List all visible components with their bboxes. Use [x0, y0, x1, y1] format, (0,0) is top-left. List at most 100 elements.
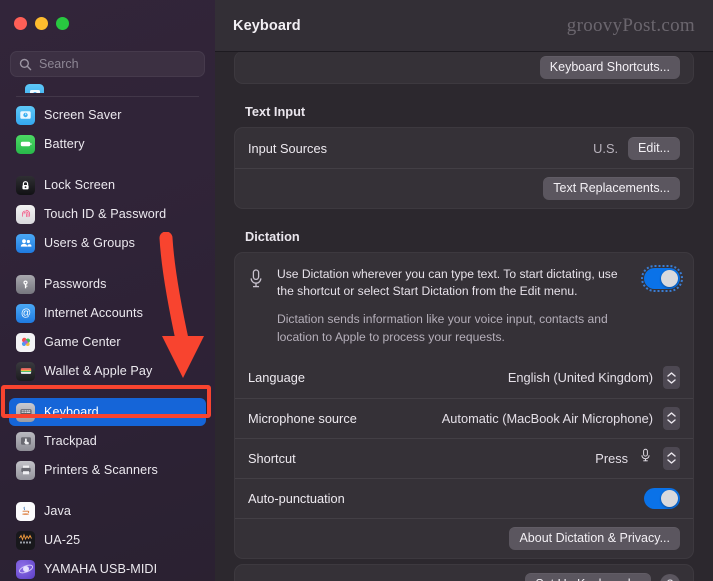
sidebar-item-battery-label: Battery	[44, 137, 85, 151]
close-button[interactable]	[14, 17, 27, 30]
sidebar-item-lock-screen[interactable]: Lock Screen	[9, 171, 206, 199]
sidebar-item-printers-scanners-label: Printers & Scanners	[44, 463, 158, 477]
text-input-section-title: Text Input	[245, 104, 306, 119]
help-button[interactable]: ?	[660, 574, 680, 581]
sidebar-item-battery[interactable]: Battery	[9, 130, 206, 158]
java-icon	[16, 501, 35, 521]
keyboard-shortcuts-card: Keyboard Shortcuts...	[234, 52, 694, 84]
yamaha-usb-midi-icon	[16, 559, 35, 579]
sidebar-item-trackpad-label: Trackpad	[44, 434, 97, 448]
language-value: English (United Kingdom)	[507, 370, 653, 386]
microphone-source-row: Microphone source Automatic (MacBook Air…	[235, 397, 693, 438]
about-dictation-privacy-button[interactable]: About Dictation & Privacy...	[509, 526, 680, 550]
sidebar-item-internet-accounts[interactable]: @ Internet Accounts	[9, 299, 206, 327]
screen-saver-icon	[16, 105, 35, 125]
dictation-section-title: Dictation	[245, 229, 300, 244]
sidebar-item-ua25[interactable]: UA-25	[9, 526, 206, 554]
wallet-icon	[16, 361, 35, 381]
keyboard-shortcuts-button[interactable]: Keyboard Shortcuts...	[539, 55, 680, 79]
set-up-keyboard-button[interactable]: Set Up Keyboard...	[525, 572, 651, 581]
sidebar-item-touch-id[interactable]: Touch ID & Password	[9, 200, 206, 228]
dictation-toggle[interactable]	[640, 264, 684, 293]
sidebar-scroll-area[interactable]: Screen Saver Battery Lock Screen Touch I…	[0, 84, 215, 581]
sidebar-item-printers-scanners[interactable]: Printers & Scanners	[9, 456, 206, 484]
keyboard-icon	[16, 402, 35, 422]
sidebar-item-wallet-label: Wallet & Apple Pay	[44, 364, 153, 378]
ua25-icon	[16, 530, 35, 550]
sidebar-item-keyboard[interactable]: Keyboard	[9, 398, 206, 426]
sidebar-item-yamaha-usb-midi-label: YAMAHA USB-MIDI	[44, 562, 158, 576]
main-titlebar: Keyboard groovyPost.com	[215, 0, 713, 52]
dictation-description-secondary: Dictation sends information like your vo…	[277, 312, 608, 344]
sidebar-item-keyboard-label: Keyboard	[44, 405, 99, 419]
text-replacements-row: Text Replacements...	[235, 168, 693, 208]
sidebar-item-java[interactable]: Java	[9, 497, 206, 525]
sidebar-item-screen-saver[interactable]: Screen Saver	[9, 101, 206, 129]
sidebar-item-java-label: Java	[44, 504, 72, 518]
auto-punctuation-label: Auto-punctuation	[248, 490, 345, 506]
search-field[interactable]	[10, 51, 205, 77]
passwords-icon	[16, 274, 35, 294]
input-sources-edit-button[interactable]: Edit...	[628, 136, 680, 160]
sidebar-item-yamaha-usb-midi[interactable]: YAMAHA USB-MIDI	[9, 555, 206, 581]
search-input[interactable]	[39, 57, 196, 71]
microphone-source-label: Microphone source	[248, 410, 357, 426]
dictation-description-row: Use Dictation wherever you can type text…	[235, 253, 693, 358]
settings-content[interactable]: Keyboard Shortcuts... Text Input Input S…	[215, 52, 713, 581]
touch-id-icon	[16, 204, 35, 224]
users-groups-icon	[16, 233, 35, 253]
sidebar-item-trackpad[interactable]: Trackpad	[9, 427, 206, 455]
sidebar-nav-list: Screen Saver Battery Lock Screen Touch I…	[0, 84, 215, 581]
sidebar: Screen Saver Battery	[0, 0, 215, 581]
sidebar-item-wallet[interactable]: Wallet & Apple Pay	[9, 357, 206, 385]
watermark: groovyPost.com	[566, 14, 695, 36]
text-replacements-button[interactable]: Text Replacements...	[543, 177, 680, 200]
microphone-source-stepper[interactable]	[663, 406, 680, 430]
input-sources-row: Input Sources U.S. Edit...	[235, 128, 693, 168]
dictation-description-primary: Use Dictation wherever you can type text…	[277, 267, 618, 299]
trackpad-icon	[16, 431, 35, 451]
sidebar-item-internet-accounts-label: Internet Accounts	[44, 306, 144, 320]
language-label: Language	[248, 370, 305, 386]
sidebar-item-passwords[interactable]: Passwords	[9, 270, 206, 298]
game-center-icon	[16, 332, 35, 352]
sidebar-item-touch-id-label: Touch ID & Password	[44, 207, 167, 221]
input-sources-value: U.S.	[593, 140, 619, 156]
wallpaper-icon	[25, 84, 44, 93]
battery-icon	[16, 134, 35, 154]
shortcut-stepper[interactable]	[663, 446, 680, 470]
input-sources-label: Input Sources	[248, 140, 327, 156]
language-stepper[interactable]	[663, 366, 680, 390]
internet-accounts-icon: @	[16, 303, 35, 323]
sidebar-item-clipped[interactable]	[9, 84, 206, 93]
shortcut-microphone-icon	[640, 448, 651, 468]
shortcut-label: Shortcut	[248, 450, 296, 466]
microphone-icon	[248, 266, 266, 295]
auto-punctuation-toggle[interactable]	[644, 487, 680, 509]
dictation-description-text: Use Dictation wherever you can type text…	[277, 266, 633, 355]
system-settings-window: Screen Saver Battery	[0, 0, 713, 581]
sidebar-item-ua25-label: UA-25	[44, 533, 81, 547]
sidebar-item-users-groups[interactable]: Users & Groups	[9, 229, 206, 257]
auto-punctuation-row: Auto-punctuation	[235, 477, 693, 518]
microphone-source-value: Automatic (MacBook Air Microphone)	[441, 410, 653, 426]
language-row: Language English (United Kingdom)	[235, 358, 693, 398]
sidebar-item-lock-screen-label: Lock Screen	[44, 178, 116, 192]
dictation-card: Use Dictation wherever you can type text…	[234, 252, 694, 559]
text-input-card: Input Sources U.S. Edit... Text Replacem…	[234, 127, 694, 209]
lock-screen-icon	[16, 175, 35, 195]
sidebar-divider	[16, 96, 199, 97]
sidebar-item-game-center-label: Game Center	[44, 335, 121, 349]
minimize-button[interactable]	[35, 17, 48, 30]
zoom-button[interactable]	[56, 17, 69, 30]
sidebar-item-game-center[interactable]: Game Center	[9, 328, 206, 356]
about-dictation-row: About Dictation & Privacy...	[235, 517, 693, 558]
search-icon	[19, 58, 32, 71]
window-controls	[14, 17, 69, 30]
sidebar-item-screen-saver-label: Screen Saver	[44, 108, 122, 122]
shortcut-value: Press	[595, 450, 628, 466]
